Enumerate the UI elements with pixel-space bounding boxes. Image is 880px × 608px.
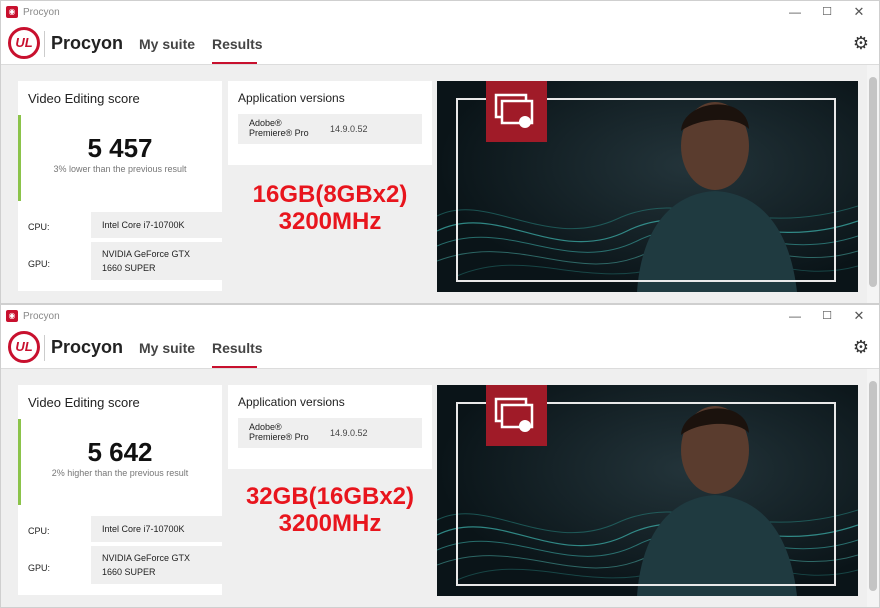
procyon-app-icon: ◉ bbox=[6, 6, 18, 18]
cpu-value: Intel Core i7-10700K bbox=[91, 212, 228, 238]
gpu-label: GPU: bbox=[28, 259, 51, 269]
memory-annotation: 16GB(8GBx2) 3200MHz bbox=[228, 181, 432, 235]
brand-name: Procyon bbox=[51, 33, 124, 53]
memory-annotation: 32GB(16GBx2) 3200MHz bbox=[228, 483, 432, 537]
tab-my-suite[interactable]: My suite bbox=[139, 340, 195, 356]
video-editing-icon bbox=[486, 385, 547, 446]
title-bar: ◉ Procyon — ☐ ✕ bbox=[1, 305, 879, 327]
gpu-value: NVIDIA GeForce GTX 1660 SUPER bbox=[91, 242, 228, 280]
maximize-button[interactable]: ☐ bbox=[811, 1, 843, 23]
benchmark-hero-image bbox=[437, 81, 858, 292]
ul-logo: UL bbox=[8, 27, 40, 59]
score-comparison: 3% lower than the previous result bbox=[53, 164, 187, 174]
video-editing-score-card: Video Editing score 5 457 3% lower than … bbox=[18, 81, 228, 291]
scrollbar-thumb[interactable] bbox=[869, 381, 877, 591]
annotation-line-1: 16GB(8GBx2) bbox=[252, 181, 408, 208]
procyon-window-1: ◉ Procyon — ☐ ✕ UL Procyon My suite Resu… bbox=[0, 0, 880, 304]
tab-my-suite[interactable]: My suite bbox=[139, 36, 195, 52]
cpu-value: Intel Core i7-10700K bbox=[91, 516, 228, 542]
annotation-line-1: 32GB(16GBx2) bbox=[245, 483, 415, 510]
active-tab-indicator bbox=[212, 366, 257, 368]
app-version-row: Adobe® Premiere® Pro 14.9.0.52 bbox=[238, 418, 422, 448]
vertical-scrollbar[interactable] bbox=[867, 65, 879, 303]
video-editing-icon bbox=[486, 81, 547, 142]
hero-illustration bbox=[437, 81, 858, 292]
annotation-line-2: 3200MHz bbox=[278, 510, 382, 537]
application-versions-card: Application versions Adobe® Premiere® Pr… bbox=[228, 385, 432, 469]
app-version-row: Adobe® Premiere® Pro 14.9.0.52 bbox=[238, 114, 422, 144]
tab-results[interactable]: Results bbox=[212, 340, 263, 356]
application-versions-card: Application versions Adobe® Premiere® Pr… bbox=[228, 81, 432, 165]
vertical-scrollbar[interactable] bbox=[867, 369, 879, 607]
app-name: Adobe® Premiere® Pro bbox=[249, 422, 309, 442]
score-comparison: 2% higher than the previous result bbox=[51, 468, 189, 478]
annotation-line-2: 3200MHz bbox=[278, 208, 382, 235]
active-tab-indicator bbox=[212, 62, 257, 64]
app-versions-title: Application versions bbox=[238, 395, 345, 409]
gpu-label: GPU: bbox=[28, 563, 51, 573]
scrollbar-thumb[interactable] bbox=[869, 77, 877, 287]
gear-icon[interactable]: ⚙ bbox=[853, 337, 869, 358]
procyon-window-2: ◉ Procyon — ☐ ✕ UL Procyon My suite Resu… bbox=[0, 304, 880, 608]
score-card-title: Video Editing score bbox=[28, 91, 140, 106]
gear-icon[interactable]: ⚙ bbox=[853, 33, 869, 54]
brand-name: Procyon bbox=[51, 337, 124, 357]
score-value: 5 642 bbox=[87, 437, 153, 467]
minimize-button[interactable]: — bbox=[779, 305, 811, 327]
hero-illustration bbox=[437, 385, 858, 596]
maximize-button[interactable]: ☐ bbox=[811, 305, 843, 327]
procyon-app-icon: ◉ bbox=[6, 310, 18, 322]
title-bar: ◉ Procyon — ☐ ✕ bbox=[1, 1, 879, 23]
tab-results[interactable]: Results bbox=[212, 36, 263, 52]
benchmark-hero-image bbox=[437, 385, 858, 596]
app-versions-title: Application versions bbox=[238, 91, 345, 105]
window-title: Procyon bbox=[23, 310, 60, 322]
app-name: Adobe® Premiere® Pro bbox=[249, 118, 309, 138]
top-navigation: UL Procyon My suite Results ⚙ bbox=[1, 23, 879, 65]
minimize-button[interactable]: — bbox=[779, 1, 811, 23]
close-button[interactable]: ✕ bbox=[843, 1, 875, 23]
score-card-title: Video Editing score bbox=[28, 395, 140, 410]
gpu-value: NVIDIA GeForce GTX 1660 SUPER bbox=[91, 546, 228, 584]
close-button[interactable]: ✕ bbox=[843, 305, 875, 327]
cpu-label: CPU: bbox=[28, 526, 50, 536]
cpu-label: CPU: bbox=[28, 222, 50, 232]
video-editing-score-card: Video Editing score 5 642 2% higher than… bbox=[18, 385, 228, 595]
top-navigation: UL Procyon My suite Results ⚙ bbox=[1, 327, 879, 369]
app-version: 14.9.0.52 bbox=[330, 428, 368, 438]
logo-divider bbox=[44, 31, 45, 57]
score-value: 5 457 bbox=[87, 133, 153, 163]
app-version: 14.9.0.52 bbox=[330, 124, 368, 134]
ul-logo: UL bbox=[8, 331, 40, 363]
window-title: Procyon bbox=[23, 6, 60, 18]
logo-divider bbox=[44, 335, 45, 361]
